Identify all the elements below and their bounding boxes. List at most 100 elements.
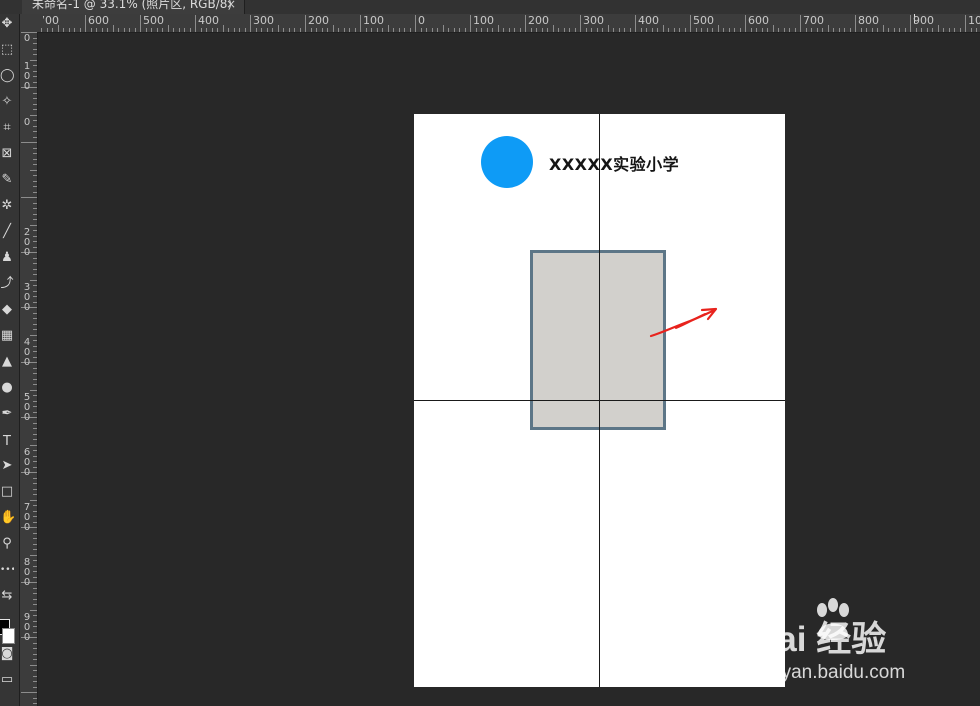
ruler-tick	[30, 224, 37, 226]
ruler-label: 400	[198, 14, 219, 27]
ruler-tick	[294, 28, 295, 32]
ruler-tick	[33, 81, 37, 83]
zoom-tool-icon[interactable]: ⚲	[0, 534, 14, 554]
swap-colors-icon[interactable]: ⇆	[0, 586, 14, 606]
ruler-tick	[761, 28, 763, 32]
ruler-tick	[717, 25, 719, 32]
close-tab-icon[interactable]: ×	[226, 0, 236, 12]
ruler-tick	[932, 28, 933, 32]
ruler-label: 400	[638, 14, 659, 27]
ruler-tick	[30, 59, 37, 61]
ruler-tick	[30, 554, 37, 556]
vertical-ruler[interactable]: 0 100 0 200 300 400 500 600 700 800 900	[20, 32, 38, 706]
ruler-tick	[310, 28, 312, 32]
crop-tool-icon[interactable]: ⌗	[0, 118, 14, 138]
hand-tool-icon[interactable]: ✋	[0, 508, 14, 528]
ruler-tick	[33, 653, 37, 655]
ruler-tick	[33, 587, 37, 589]
path-select-tool-icon[interactable]: ➤	[0, 456, 14, 476]
ruler-tick	[701, 28, 702, 32]
ruler-tick	[866, 28, 867, 32]
quick-select-tool-icon[interactable]: ✧	[0, 92, 14, 112]
screen-mode-icon[interactable]: ▭	[0, 670, 14, 690]
ruler-tick	[849, 28, 851, 32]
gradient-tool-icon[interactable]: ▦	[0, 326, 14, 346]
ruler-tick	[915, 28, 917, 32]
document-tab[interactable]: 未命名-1 @ 33.1% (照片区, RGB/8) ×	[22, 0, 245, 14]
ruler-tick	[475, 28, 477, 32]
ruler-tick	[442, 25, 444, 32]
ruler-tick	[195, 15, 196, 32]
document-canvas[interactable]: XXXXX实验小学	[414, 114, 785, 687]
blur-tool-icon[interactable]: ▲	[0, 352, 14, 372]
ruler-tick	[827, 25, 829, 32]
ruler-tick	[33, 329, 37, 330]
background-color-swatch[interactable]	[2, 628, 15, 644]
ruler-tick	[668, 28, 669, 32]
ruler-tick	[30, 279, 37, 281]
lasso-tool-icon[interactable]: ◯	[0, 66, 14, 86]
ruler-tick	[33, 356, 37, 358]
ruler-tick	[580, 15, 581, 32]
ruler-tick	[33, 92, 37, 94]
ruler-tick	[844, 28, 845, 32]
ruler-label: 300	[253, 14, 274, 27]
ruler-label: 200	[23, 227, 31, 258]
horizontal-ruler[interactable]: 700 600 500 400 300 200 100 0 100 200 300 400 500 600…	[38, 14, 980, 33]
ruler-origin[interactable]	[20, 14, 39, 33]
ruler-tick	[33, 323, 37, 325]
ruler-tick	[21, 142, 37, 143]
ruler-tick	[33, 175, 37, 176]
move-tool-icon[interactable]: ✥	[0, 14, 14, 34]
ruler-tick	[33, 703, 37, 704]
ruler-tick	[30, 169, 37, 171]
ruler-tick	[338, 28, 339, 32]
ruler-tick	[33, 345, 37, 347]
clone-stamp-tool-icon[interactable]: ♟	[0, 248, 14, 268]
marquee-tool-icon[interactable]: ⬚	[0, 40, 14, 60]
ruler-tick	[695, 28, 697, 32]
ruler-tick	[33, 263, 37, 264]
ruler-tick	[789, 28, 790, 32]
ruler-tick	[684, 28, 686, 32]
ruler-label: 0	[23, 33, 31, 44]
more-tools-icon[interactable]: •••	[0, 560, 14, 580]
ruler-tick	[118, 28, 119, 32]
ruler-tick	[288, 28, 290, 32]
eraser-tool-icon[interactable]: ◆	[0, 300, 14, 320]
brush-tool-icon[interactable]: ╱	[0, 222, 14, 242]
ruler-tick	[343, 28, 345, 32]
eyedropper-tool-icon[interactable]: ✎	[0, 170, 14, 190]
ruler-tick	[596, 28, 598, 32]
ruler-tick	[541, 28, 543, 32]
ruler-tick	[459, 28, 460, 32]
ruler-tick	[33, 158, 37, 160]
ruler-tick	[574, 28, 576, 32]
ruler-tick	[33, 65, 37, 66]
ruler-tick	[415, 15, 416, 32]
dodge-tool-icon[interactable]: ●	[0, 378, 14, 398]
ruler-label: 600	[88, 14, 109, 27]
ruler-tick	[112, 25, 114, 32]
ruler-label: 300	[583, 14, 604, 27]
healing-brush-tool-icon[interactable]: ✲	[0, 196, 14, 216]
ruler-tick	[33, 147, 37, 149]
ruler-tick	[393, 28, 394, 32]
ruler-tick	[30, 444, 37, 446]
ruler-tick	[33, 318, 37, 319]
ruler-tick	[33, 153, 37, 154]
frame-tool-icon[interactable]: ⊠	[0, 144, 14, 164]
ruler-tick	[33, 285, 37, 286]
rectangle-tool-icon[interactable]: □	[0, 482, 14, 502]
history-brush-tool-icon[interactable]: ⤴	[0, 274, 14, 294]
ruler-label: 600	[748, 14, 769, 27]
ruler-tick	[222, 25, 224, 32]
quick-mask-icon[interactable]: ◙	[0, 644, 14, 664]
type-tool-icon[interactable]: T	[0, 432, 14, 452]
ruler-tick	[877, 28, 878, 32]
ruler-tick	[398, 28, 400, 32]
ruler-tick	[33, 312, 37, 314]
pen-tool-icon[interactable]: ✒	[0, 404, 14, 424]
ruler-tick	[200, 28, 202, 32]
ruler-tick	[68, 28, 70, 32]
